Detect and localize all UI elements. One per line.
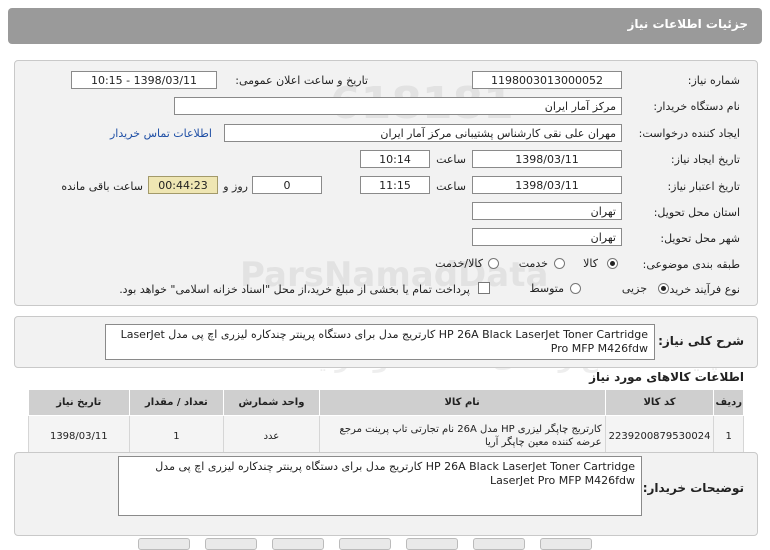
creator-label: ایجاد کننده درخواست: bbox=[638, 127, 740, 140]
province-field: تهران bbox=[472, 202, 622, 220]
cell-row: 1 bbox=[713, 415, 744, 457]
create-date-field: 1398/03/11 bbox=[472, 150, 622, 168]
summary-label: شرح کلی نیاز: bbox=[658, 334, 744, 348]
col-name: نام کالا bbox=[318, 389, 606, 416]
bottom-button-7[interactable] bbox=[540, 538, 592, 550]
cell-name: کارتریج چاپگر لیزری HP مدل 26A نام تجارت… bbox=[318, 415, 606, 457]
bottom-button-6[interactable] bbox=[473, 538, 525, 550]
col-date: تاریخ نیاز bbox=[28, 389, 130, 416]
goods-title: اطلاعات کالاهای مورد نیاز bbox=[589, 370, 744, 384]
validity-label: تاریخ اعتبار نیاز: bbox=[667, 180, 740, 193]
cell-date: 1398/03/11 bbox=[28, 415, 130, 457]
col-row: ردیف bbox=[713, 389, 744, 416]
page-header: جزئیات اطلاعات نیاز bbox=[8, 8, 762, 44]
remaining-time-field: 00:44:23 bbox=[148, 176, 218, 194]
bottom-button-1[interactable] bbox=[138, 538, 190, 550]
buyer-desc-label: توضیحات خریدار: bbox=[642, 481, 744, 495]
bottom-button-4[interactable] bbox=[339, 538, 391, 550]
category-radio-goods-service[interactable] bbox=[488, 258, 499, 269]
process-option-minor: جزیی bbox=[621, 282, 647, 295]
category-option-goods: کالا bbox=[583, 257, 598, 270]
days-label: روز و bbox=[223, 180, 248, 193]
process-radio-medium[interactable] bbox=[570, 283, 581, 294]
create-time-label: ساعت bbox=[436, 153, 466, 166]
col-qty: تعداد / مقدار bbox=[128, 389, 225, 416]
category-label: طبقه بندی موضوعی: bbox=[642, 258, 740, 271]
buyer-org-label: نام دستگاه خریدار: bbox=[653, 100, 740, 113]
city-label: شهر محل تحویل: bbox=[660, 232, 740, 245]
days-field: 0 bbox=[252, 176, 322, 194]
buyer-desc-text: HP 26A Black LaserJet Toner Cartridge کا… bbox=[118, 456, 642, 516]
bottom-button-2[interactable] bbox=[205, 538, 257, 550]
table-row: 1 2239200879530024 کارتریج چاپگر لیزری H… bbox=[28, 415, 744, 457]
create-date-label: تاریخ ایجاد نیاز: bbox=[670, 153, 740, 166]
cell-qty: 1 bbox=[128, 415, 225, 457]
col-unit: واحد شمارش bbox=[223, 389, 320, 416]
category-option-service: خدمت bbox=[518, 257, 548, 270]
validity-time-field: 11:15 bbox=[360, 176, 430, 194]
need-number-field: 1198003013000052 bbox=[472, 71, 622, 89]
category-radio-goods[interactable] bbox=[607, 258, 618, 269]
cell-code: 2239200879530024 bbox=[604, 415, 715, 457]
city-field: تهران bbox=[472, 228, 622, 246]
category-option-goods-service: کالا/خدمت bbox=[435, 257, 483, 270]
cell-unit: عدد bbox=[223, 415, 320, 457]
validity-date-field: 1398/03/11 bbox=[472, 176, 622, 194]
bottom-button-3[interactable] bbox=[272, 538, 324, 550]
process-label: نوع فرآیند خرید : bbox=[662, 283, 740, 296]
buyer-contact-link[interactable]: اطلاعات تماس خریدار bbox=[110, 127, 212, 140]
create-time-field: 10:14 bbox=[360, 150, 430, 168]
process-option-medium: متوسط bbox=[529, 282, 564, 295]
announce-field: 1398/03/11 - 10:15 bbox=[71, 71, 217, 89]
summary-text: HP 26A Black LaserJet Toner Cartridge کا… bbox=[105, 324, 655, 360]
treasury-checkbox[interactable] bbox=[478, 282, 490, 294]
col-code: کد کالا bbox=[604, 389, 715, 416]
page-title: جزئیات اطلاعات نیاز bbox=[627, 17, 748, 31]
treasury-note: پرداخت تمام یا بخشی از مبلغ خرید،از محل … bbox=[119, 283, 470, 296]
goods-table: ردیف کد کالا نام کالا واحد شمارش تعداد /… bbox=[28, 389, 744, 457]
process-radio-minor[interactable] bbox=[658, 283, 669, 294]
need-number-label: شماره نیاز: bbox=[687, 74, 740, 87]
creator-field: مهران علی نقی کارشناس پشتیبانی مرکز آمار… bbox=[224, 124, 622, 142]
remaining-label: ساعت باقی مانده bbox=[61, 180, 143, 193]
validity-time-label: ساعت bbox=[436, 180, 466, 193]
announce-label: تاریخ و ساعت اعلان عمومی: bbox=[235, 74, 368, 87]
buyer-org-field: مرکز آمار ایران bbox=[174, 97, 622, 115]
goods-header-row: ردیف کد کالا نام کالا واحد شمارش تعداد /… bbox=[28, 389, 744, 416]
province-label: استان محل تحویل: bbox=[653, 206, 740, 219]
bottom-button-5[interactable] bbox=[406, 538, 458, 550]
category-radio-service[interactable] bbox=[554, 258, 565, 269]
